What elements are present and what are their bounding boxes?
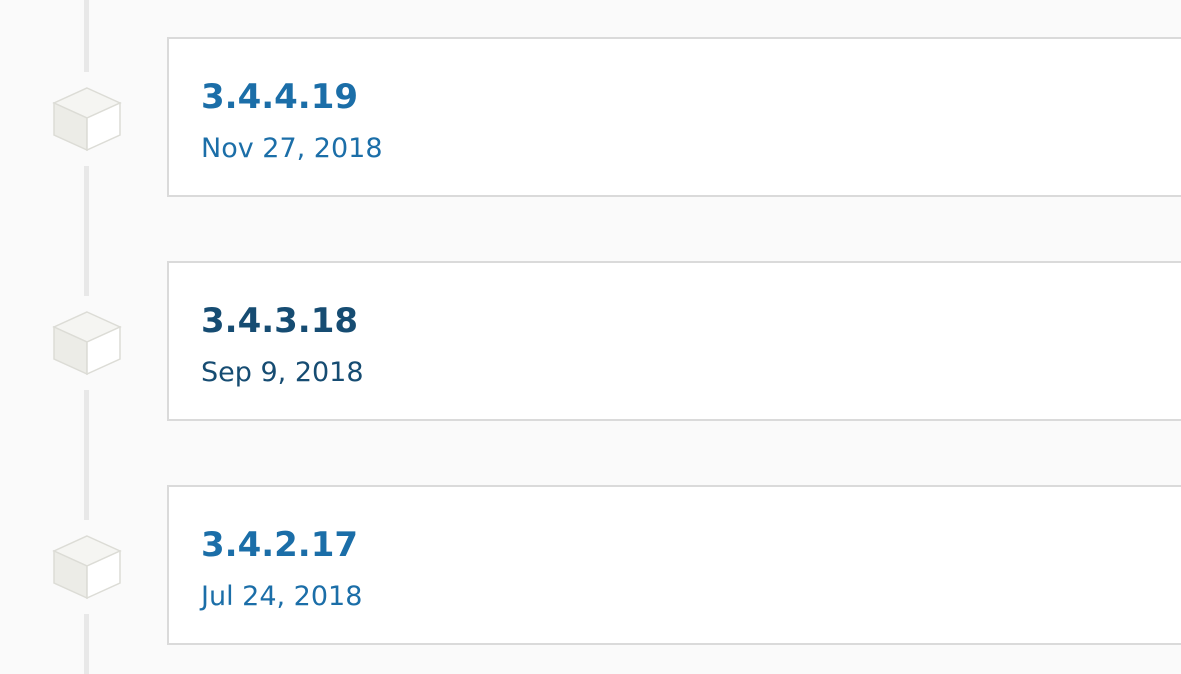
release-version-link[interactable]: 3.4.3.18: [201, 301, 358, 341]
release-date-link[interactable]: Jul 24, 2018: [201, 581, 362, 613]
package-cube-icon: [52, 87, 122, 152]
release-version-link[interactable]: 3.4.4.19: [201, 77, 358, 117]
release-card[interactable]: 3.4.4.19 Nov 27, 2018: [167, 37, 1181, 197]
release-timeline: 3.4.4.19 Nov 27, 2018 3.4.3.18 Sep 9, 20…: [0, 0, 1181, 674]
release-item: 3.4.2.17 Jul 24, 2018: [0, 485, 1181, 649]
release-date-link[interactable]: Nov 27, 2018: [201, 133, 383, 165]
release-card[interactable]: 3.4.2.17 Jul 24, 2018: [167, 485, 1181, 645]
release-date-link[interactable]: Sep 9, 2018: [201, 357, 364, 389]
package-cube-icon: [52, 535, 122, 600]
package-cube-icon: [52, 311, 122, 376]
release-version-link[interactable]: 3.4.2.17: [201, 525, 358, 565]
release-item: 3.4.4.19 Nov 27, 2018: [0, 37, 1181, 201]
release-card[interactable]: 3.4.3.18 Sep 9, 2018: [167, 261, 1181, 421]
release-item: 3.4.3.18 Sep 9, 2018: [0, 261, 1181, 425]
